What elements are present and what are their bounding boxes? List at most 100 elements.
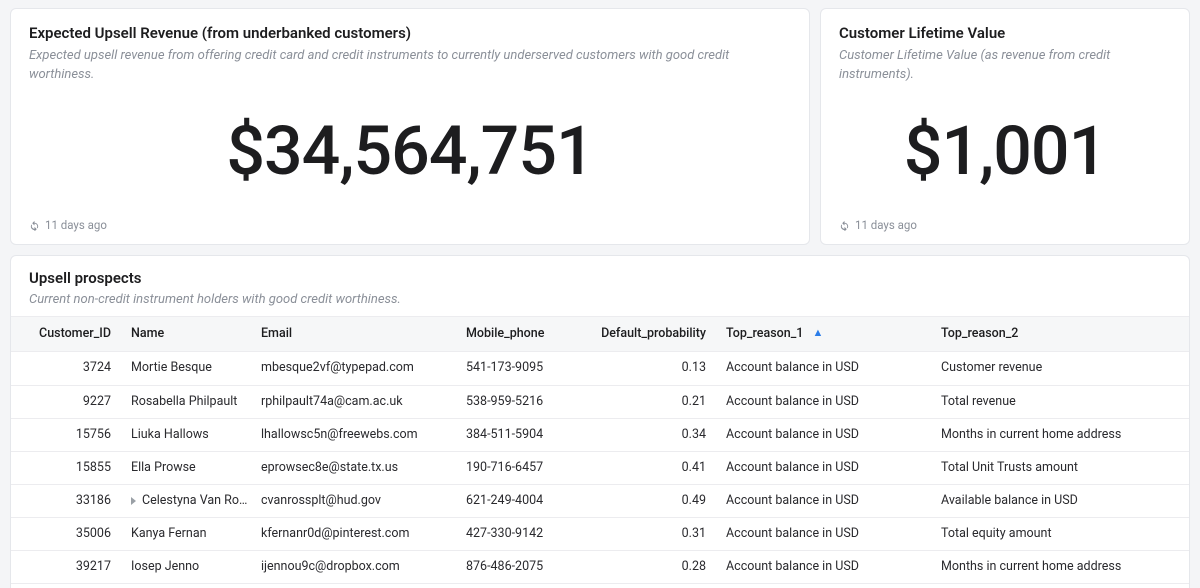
cell-name: Mortie Besque: [121, 352, 251, 385]
kpi-subtitle: Customer Lifetime Value (as revenue from…: [839, 47, 1154, 85]
cell-top-reason-2: Available balance in USD: [931, 484, 1189, 517]
kpi-updated: 11 days ago: [45, 217, 107, 234]
col-mobile-phone[interactable]: Mobile_phone: [456, 317, 581, 352]
col-customer-id[interactable]: Customer_ID: [11, 317, 121, 352]
table-card-upsell-prospects: Upsell prospects Current non-credit inst…: [10, 255, 1190, 588]
cell-top-reason-1: Account balance in USD: [716, 451, 931, 484]
cell-customer-id: 9227: [11, 385, 121, 418]
col-default-probability[interactable]: Default_probability: [581, 317, 716, 352]
cell-mobile-phone: 538-959-5216: [456, 385, 581, 418]
cell-default-probability: 0.34: [581, 418, 716, 451]
cell-name-text: Liuka Hallows: [131, 426, 209, 444]
cell-default-probability: 0.49: [581, 484, 716, 517]
sort-ascending-icon: ▲: [813, 326, 824, 339]
cell-top-reason-2: Total Unit Trusts amount: [931, 451, 1189, 484]
kpi-footer: 11 days ago: [839, 213, 1171, 234]
kpi-row: Expected Upsell Revenue (from underbanke…: [10, 8, 1190, 245]
cell-email: lhallowsc5n@freewebs.com: [251, 418, 456, 451]
cell-top-reason-2: Customer revenue: [931, 352, 1189, 385]
expand-row-icon[interactable]: [131, 497, 136, 505]
table-row[interactable]: 33186 Celestyna Van Ro…cvanrossplt@hud.go…: [11, 484, 1189, 517]
cell-default-probability: 0.13: [581, 352, 716, 385]
cell-top-reason-1: Account balance in USD: [716, 584, 931, 588]
cell-top-reason-2: Total equity amount: [931, 518, 1189, 551]
kpi-subtitle: Expected upsell revenue from offering cr…: [29, 47, 753, 85]
col-top-reason-1[interactable]: Top_reason_1 ▲: [716, 317, 931, 352]
table-title: Upsell prospects: [29, 268, 1171, 290]
kpi-card-clv[interactable]: Customer Lifetime Value Customer Lifetim…: [820, 8, 1190, 245]
cell-top-reason-1: Account balance in USD: [716, 385, 931, 418]
cell-email: cvanrossplt@hud.gov: [251, 484, 456, 517]
cell-name: Liuka Hallows: [121, 418, 251, 451]
cell-default-probability: 0.28: [581, 551, 716, 584]
cell-mobile-phone: 541-173-9095: [456, 352, 581, 385]
cell-customer-id: 15855: [11, 451, 121, 484]
cell-customer-id: 33186: [11, 484, 121, 517]
prospects-table: Customer_ID Name Email Mobile_phone Defa…: [11, 316, 1189, 588]
refresh-icon: [839, 220, 850, 231]
kpi-title: Customer Lifetime Value: [839, 23, 1171, 45]
kpi-updated: 11 days ago: [855, 217, 917, 234]
cell-name-text: Ella Prowse: [131, 459, 196, 477]
refresh-icon: [29, 220, 40, 231]
cell-mobile-phone: 876-486-2075: [456, 551, 581, 584]
table-row[interactable]: 3724 Mortie Besque mbesque2vf@typepad.com5…: [11, 352, 1189, 385]
cell-top-reason-1: Account balance in USD: [716, 551, 931, 584]
cell-mobile-phone: 427-330-9142: [456, 518, 581, 551]
cell-name: Iosep Jenno: [121, 551, 251, 584]
cell-email: ijennou9c@dropbox.com: [251, 551, 456, 584]
cell-name-text: Rosabella Philpault: [131, 393, 237, 411]
cell-email: mbesque2vf@typepad.com: [251, 352, 456, 385]
col-top-reason-2[interactable]: Top_reason_2: [931, 317, 1189, 352]
cell-default-probability: 0.31: [581, 518, 716, 551]
cell-default-probability: 0.41: [581, 451, 716, 484]
cell-customer-id: 39217: [11, 551, 121, 584]
cell-mobile-phone: 190-716-6457: [456, 451, 581, 484]
cell-name-text: Kanya Fernan: [131, 525, 207, 543]
kpi-value: $1,001: [839, 84, 1171, 213]
cell-top-reason-2: Total revenue: [931, 584, 1189, 588]
cell-top-reason-1: Account balance in USD: [716, 418, 931, 451]
table-row[interactable]: 9227 Rosabella Philpault rphilpault74a@cam…: [11, 385, 1189, 418]
cell-name: Rosabella Philpault: [121, 385, 251, 418]
kpi-card-upsell-revenue[interactable]: Expected Upsell Revenue (from underbanke…: [10, 8, 810, 245]
cell-email: kfernanr0d@pinterest.com: [251, 518, 456, 551]
cell-top-reason-1: Account balance in USD: [716, 518, 931, 551]
cell-name-text: Celestyna Van Ro…: [142, 492, 247, 510]
cell-customer-id: 35006: [11, 518, 121, 551]
col-name[interactable]: Name: [121, 317, 251, 352]
cell-top-reason-1: Account balance in USD: [716, 352, 931, 385]
cell-mobile-phone: 384-511-5904: [456, 418, 581, 451]
cell-email: eprowsec8e@state.tx.us: [251, 451, 456, 484]
table-row[interactable]: 15855 Ella Prowse eprowsec8e@state.tx.us19…: [11, 451, 1189, 484]
cell-default-probability: 0.21: [581, 385, 716, 418]
kpi-footer: 11 days ago: [29, 213, 791, 234]
cell-mobile-phone: 621-249-4004: [456, 484, 581, 517]
cell-top-reason-1: Account balance in USD: [716, 484, 931, 517]
cell-top-reason-2: Months in current home address: [931, 551, 1189, 584]
cell-name: Ella Prowse: [121, 451, 251, 484]
cell-email: rphilpault74a@cam.ac.uk: [251, 385, 456, 418]
cell-name-text: Iosep Jenno: [131, 558, 199, 576]
table-row[interactable]: 15756 Liuka Hallows lhallowsc5n@freewebs.c…: [11, 418, 1189, 451]
cell-default-probability: 0.46: [581, 584, 716, 588]
cell-customer-id: 3724: [11, 352, 121, 385]
table-row[interactable]: 41634Abagael Jandour…ajandourekw4h@berke…: [11, 584, 1189, 588]
cell-email: ajandourekw4h@berkeley.edu: [251, 584, 456, 588]
table-row[interactable]: 35006 Kanya Fernan kfernanr0d@pinterest.co…: [11, 518, 1189, 551]
cell-name: Celestyna Van Ro…: [121, 484, 251, 517]
kpi-title: Expected Upsell Revenue (from underbanke…: [29, 23, 791, 45]
table-row[interactable]: 39217 Iosep Jenno ijennou9c@dropbox.com876…: [11, 551, 1189, 584]
cell-customer-id: 15756: [11, 418, 121, 451]
col-email[interactable]: Email: [251, 317, 456, 352]
cell-name: Kanya Fernan: [121, 518, 251, 551]
cell-name-text: Mortie Besque: [131, 359, 212, 377]
cell-mobile-phone: 438-649-4724: [456, 584, 581, 588]
table-header-row: Customer_ID Name Email Mobile_phone Defa…: [11, 317, 1189, 352]
cell-customer-id: 41634: [11, 584, 121, 588]
col-top-reason-1-label: Top_reason_1: [726, 326, 803, 341]
cell-top-reason-2: Months in current home address: [931, 418, 1189, 451]
cell-name: Abagael Jandour…: [121, 584, 251, 588]
dashboard: Expected Upsell Revenue (from underbanke…: [0, 0, 1200, 588]
cell-top-reason-2: Total revenue: [931, 385, 1189, 418]
